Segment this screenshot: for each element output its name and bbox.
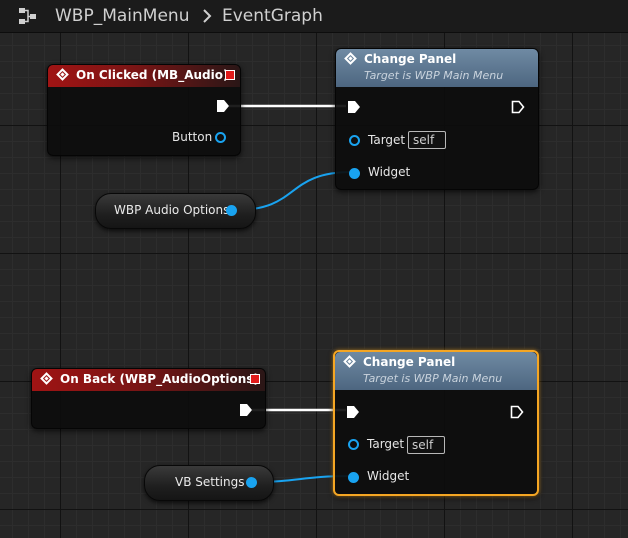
- widget-input-pin[interactable]: [348, 472, 359, 483]
- target-pin-label: Target: [368, 133, 406, 147]
- red-square-delegate-icon[interactable]: [225, 70, 235, 80]
- on-back-event-node[interactable]: On Back (WBP_AudioOptions): [31, 368, 266, 429]
- node-header: On Clicked (MB_Audio): [48, 65, 240, 87]
- node-title: On Back (WBP_AudioOptions): [60, 372, 259, 386]
- widget-pin-label: Widget: [367, 469, 410, 483]
- target-input-pin[interactable]: [348, 439, 359, 450]
- wbp-audio-options-variable[interactable]: WBP Audio Options: [95, 193, 256, 229]
- node-header: On Back (WBP_AudioOptions): [32, 369, 265, 391]
- vb-settings-variable[interactable]: VB Settings: [144, 465, 274, 501]
- exec-out-pin[interactable]: [511, 100, 525, 114]
- node-header: Change Panel Target is WBP Main Menu: [336, 49, 538, 87]
- exec-out-pin[interactable]: [510, 405, 524, 419]
- variable-label: WBP Audio Options: [114, 203, 230, 217]
- node-title: On Clicked (MB_Audio): [76, 68, 229, 82]
- widget-pin-label: Widget: [368, 165, 411, 179]
- exec-in-pin[interactable]: [347, 100, 361, 114]
- node-subtitle: Target is WBP Main Menu: [363, 372, 503, 385]
- target-self-field[interactable]: self: [407, 436, 445, 454]
- button-output-pin[interactable]: [215, 132, 226, 143]
- target-input-pin[interactable]: [349, 135, 360, 146]
- change-panel-node-2[interactable]: Change Panel Target is WBP Main Menu Tar…: [333, 350, 539, 496]
- variable-label: VB Settings: [175, 475, 245, 489]
- node-header: Change Panel Target is WBP Main Menu: [335, 352, 537, 390]
- node-title: Change Panel: [364, 52, 457, 66]
- diamond-function-icon: [344, 52, 357, 65]
- target-self-field[interactable]: self: [408, 131, 446, 149]
- node-title: Change Panel: [363, 355, 456, 369]
- variable-output-pin[interactable]: [226, 205, 237, 216]
- change-panel-node-1[interactable]: Change Panel Target is WBP Main Menu Tar…: [335, 48, 539, 190]
- variable-output-pin[interactable]: [246, 477, 257, 488]
- exec-out-pin[interactable]: [216, 99, 230, 113]
- diamond-event-icon: [56, 68, 69, 81]
- exec-in-pin[interactable]: [346, 405, 360, 419]
- diamond-function-icon: [343, 355, 356, 368]
- target-pin-label: Target: [367, 437, 405, 451]
- widget-input-pin[interactable]: [349, 168, 360, 179]
- red-square-delegate-icon[interactable]: [250, 374, 260, 384]
- button-pin-label: Button: [172, 130, 213, 144]
- exec-out-pin[interactable]: [239, 403, 253, 417]
- diamond-event-icon: [40, 372, 53, 385]
- node-subtitle: Target is WBP Main Menu: [364, 69, 504, 82]
- on-clicked-event-node[interactable]: On Clicked (MB_Audio) Button: [47, 64, 241, 156]
